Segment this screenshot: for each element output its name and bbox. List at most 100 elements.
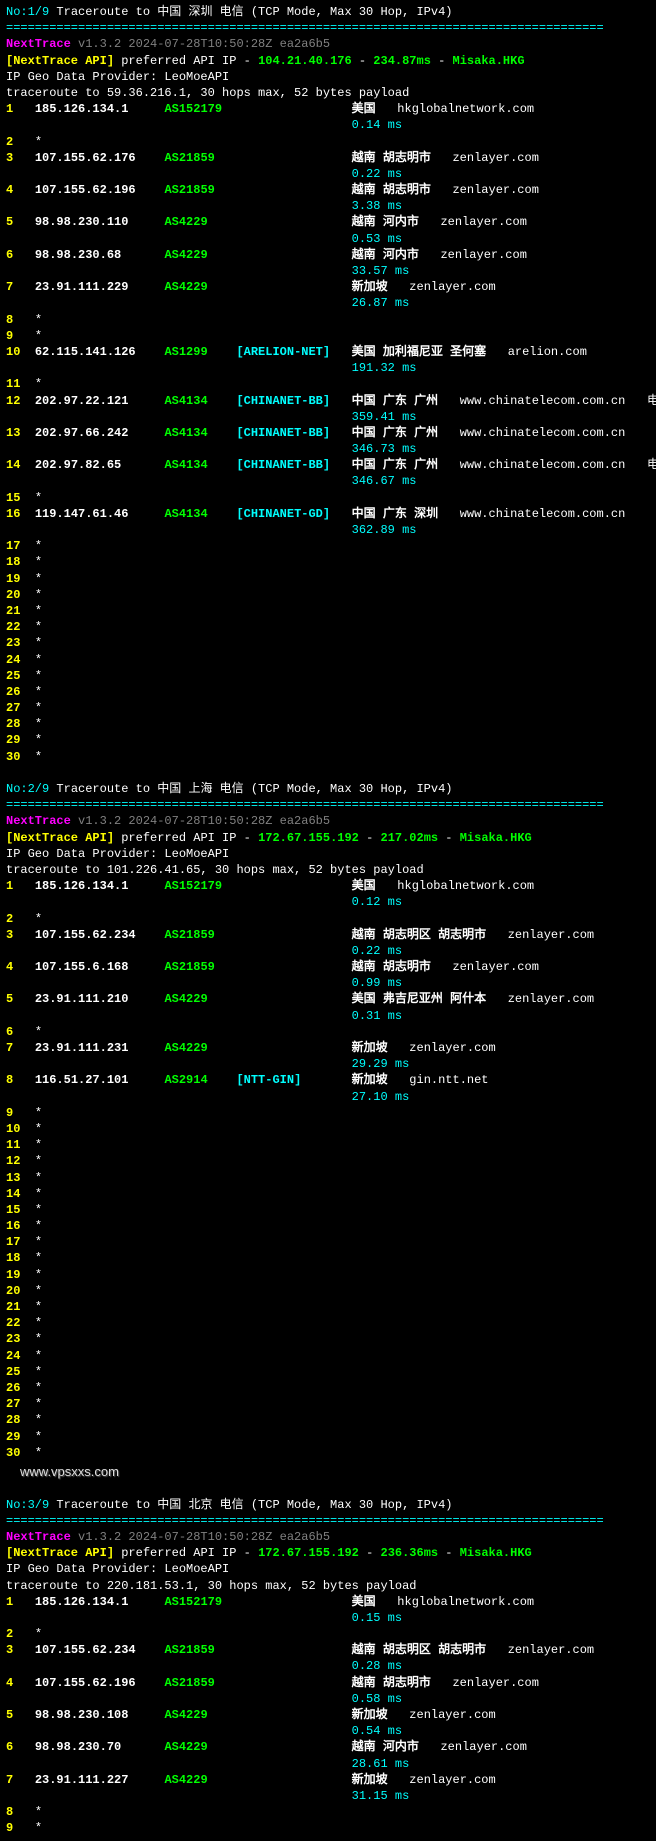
- hop-row: 7 23.91.111.227 AS4229 新加坡 zenlayer.com: [6, 1772, 650, 1788]
- hop-row: 17 *: [6, 1234, 650, 1250]
- hop-row: 25 *: [6, 668, 650, 684]
- hop-row: 2 *: [6, 134, 650, 150]
- hop-row: 3 107.155.62.234 AS21859 越南 胡志明区 胡志明市 ze…: [6, 927, 650, 943]
- hop-row: 26 *: [6, 1380, 650, 1396]
- hop-row: 19 *: [6, 1267, 650, 1283]
- hop-row: 12 202.97.22.121 AS4134 [CHINANET-BB] 中国…: [6, 393, 650, 409]
- hop-latency: 31.15 ms: [6, 1788, 650, 1804]
- hop-latency: 0.22 ms: [6, 943, 650, 959]
- provider-line: IP Geo Data Provider: LeoMoeAPI: [6, 69, 650, 85]
- hop-row: 22 *: [6, 619, 650, 635]
- hop-row: 13 202.97.66.242 AS4134 [CHINANET-BB] 中国…: [6, 425, 650, 441]
- hop-latency: 346.73 ms: [6, 441, 650, 457]
- target-line: traceroute to 101.226.41.65, 30 hops max…: [6, 862, 650, 878]
- hop-row: 20 *: [6, 587, 650, 603]
- hop-row: 15 *: [6, 1202, 650, 1218]
- api-line: [NextTrace API] preferred API IP - 172.6…: [6, 830, 650, 846]
- hop-row: 27 *: [6, 700, 650, 716]
- watermark: www.vpsxxs.com: [20, 1463, 650, 1481]
- hop-row: 4 107.155.62.196 AS21859 越南 胡志明市 zenlaye…: [6, 182, 650, 198]
- hop-row: 1 185.126.134.1 AS152179 美国 hkglobalnetw…: [6, 101, 650, 117]
- hop-row: 28 *: [6, 716, 650, 732]
- hop-row: 13 *: [6, 1170, 650, 1186]
- hop-row: 2 *: [6, 1626, 650, 1642]
- hop-row: 30 *: [6, 1445, 650, 1461]
- hop-row: 20 *: [6, 1283, 650, 1299]
- hop-row: 4 107.155.62.196 AS21859 越南 胡志明市 zenlaye…: [6, 1675, 650, 1691]
- hop-row: 1 185.126.134.1 AS152179 美国 hkglobalnetw…: [6, 1594, 650, 1610]
- hop-row: 25 *: [6, 1364, 650, 1380]
- hop-row: 21 *: [6, 1299, 650, 1315]
- hop-row: 30 *: [6, 749, 650, 765]
- hop-row: 22 *: [6, 1315, 650, 1331]
- hop-row: 1 185.126.134.1 AS152179 美国 hkglobalnetw…: [6, 878, 650, 894]
- provider-line: IP Geo Data Provider: LeoMoeAPI: [6, 1561, 650, 1577]
- provider-line: IP Geo Data Provider: LeoMoeAPI: [6, 846, 650, 862]
- hop-row: 27 *: [6, 1396, 650, 1412]
- target-line: traceroute to 59.36.216.1, 30 hops max, …: [6, 85, 650, 101]
- separator: ========================================…: [6, 797, 650, 813]
- hop-row: 15 *: [6, 490, 650, 506]
- hop-row: 6 98.98.230.70 AS4229 越南 河内市 zenlayer.co…: [6, 1739, 650, 1755]
- hop-row: 10 62.115.141.126 AS1299 [ARELION-NET] 美…: [6, 344, 650, 360]
- trace-title: No:3/9 Traceroute to 中国 北京 电信 (TCP Mode,…: [6, 1497, 650, 1513]
- hop-latency: 0.15 ms: [6, 1610, 650, 1626]
- hop-row: 8 *: [6, 312, 650, 328]
- version-line: NextTrace v1.3.2 2024-07-28T10:50:28Z ea…: [6, 36, 650, 52]
- hop-row: 8 *: [6, 1804, 650, 1820]
- hop-row: 9 *: [6, 328, 650, 344]
- hop-latency: 0.58 ms: [6, 1691, 650, 1707]
- hop-latency: 0.99 ms: [6, 975, 650, 991]
- hop-row: 2 *: [6, 911, 650, 927]
- target-line: traceroute to 220.181.53.1, 30 hops max,…: [6, 1578, 650, 1594]
- hop-latency: 0.14 ms: [6, 117, 650, 133]
- hop-latency: 0.28 ms: [6, 1658, 650, 1674]
- separator: ========================================…: [6, 20, 650, 36]
- version-line: NextTrace v1.3.2 2024-07-28T10:50:28Z ea…: [6, 1529, 650, 1545]
- hop-latency: 33.57 ms: [6, 263, 650, 279]
- hop-row: 5 98.98.230.110 AS4229 越南 河内市 zenlayer.c…: [6, 214, 650, 230]
- hop-row: 3 107.155.62.234 AS21859 越南 胡志明区 胡志明市 ze…: [6, 1642, 650, 1658]
- hop-row: 5 98.98.230.108 AS4229 新加坡 zenlayer.com: [6, 1707, 650, 1723]
- hop-latency: 27.10 ms: [6, 1089, 650, 1105]
- hop-row: 5 23.91.111.210 AS4229 美国 弗吉尼亚州 阿什本 zenl…: [6, 991, 650, 1007]
- hop-latency: 346.67 ms: [6, 473, 650, 489]
- hop-latency: 0.31 ms: [6, 1008, 650, 1024]
- hop-row: 28 *: [6, 1412, 650, 1428]
- hop-latency: 0.53 ms: [6, 231, 650, 247]
- hop-row: 6 98.98.230.68 AS4229 越南 河内市 zenlayer.co…: [6, 247, 650, 263]
- hop-row: 3 107.155.62.176 AS21859 越南 胡志明市 zenlaye…: [6, 150, 650, 166]
- trace-title: No:1/9 Traceroute to 中国 深圳 电信 (TCP Mode,…: [6, 4, 650, 20]
- hop-row: 29 *: [6, 732, 650, 748]
- hop-row: 14 *: [6, 1186, 650, 1202]
- hop-row: 26 *: [6, 684, 650, 700]
- hop-latency: 28.61 ms: [6, 1756, 650, 1772]
- separator: ========================================…: [6, 1513, 650, 1529]
- version-line: NextTrace v1.3.2 2024-07-28T10:50:28Z ea…: [6, 813, 650, 829]
- hop-latency: 26.87 ms: [6, 295, 650, 311]
- hop-row: 24 *: [6, 652, 650, 668]
- hop-row: 9 *: [6, 1820, 650, 1836]
- hop-row: 6 *: [6, 1024, 650, 1040]
- hop-row: 14 202.97.82.65 AS4134 [CHINANET-BB] 中国 …: [6, 457, 650, 473]
- hop-latency: 3.38 ms: [6, 198, 650, 214]
- hop-row: 10 *: [6, 1121, 650, 1137]
- hop-row: 29 *: [6, 1429, 650, 1445]
- hop-row: 23 *: [6, 1331, 650, 1347]
- hop-row: 23 *: [6, 635, 650, 651]
- hop-row: 18 *: [6, 1250, 650, 1266]
- hop-row: 9 *: [6, 1105, 650, 1121]
- hop-row: 16 *: [6, 1218, 650, 1234]
- hop-latency: 0.12 ms: [6, 894, 650, 910]
- hop-latency: 0.22 ms: [6, 166, 650, 182]
- hop-row: 21 *: [6, 603, 650, 619]
- hop-row: 16 119.147.61.46 AS4134 [CHINANET-GD] 中国…: [6, 506, 650, 522]
- hop-row: 17 *: [6, 538, 650, 554]
- hop-row: 7 23.91.111.231 AS4229 新加坡 zenlayer.com: [6, 1040, 650, 1056]
- hop-latency: 0.54 ms: [6, 1723, 650, 1739]
- hop-latency: 191.32 ms: [6, 360, 650, 376]
- hop-latency: 29.29 ms: [6, 1056, 650, 1072]
- api-line: [NextTrace API] preferred API IP - 104.2…: [6, 53, 650, 69]
- hop-row: 11 *: [6, 1137, 650, 1153]
- hop-latency: 359.41 ms: [6, 409, 650, 425]
